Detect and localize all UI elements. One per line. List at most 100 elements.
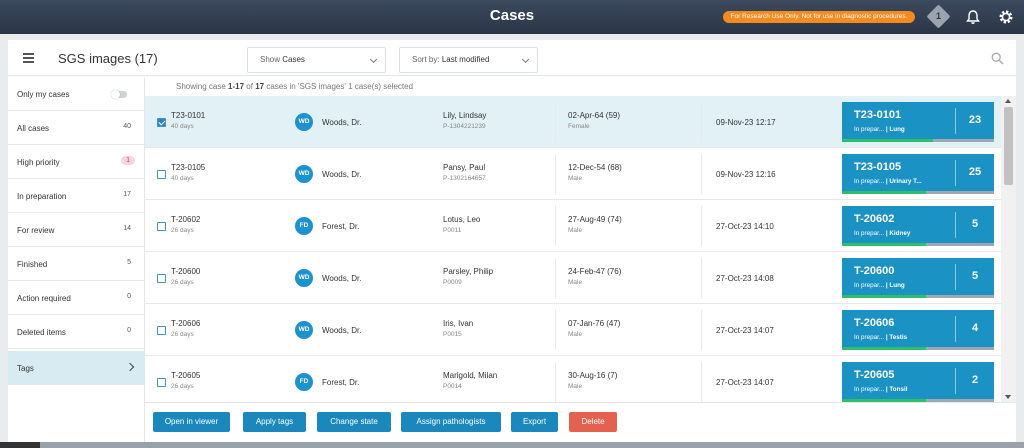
avatar: FD: [295, 217, 313, 235]
notification-count: 1: [935, 10, 942, 21]
row-checkbox[interactable]: [157, 326, 166, 335]
sidebar-item-for-review[interactable]: For review 14: [8, 213, 145, 247]
row-checkbox[interactable]: [157, 170, 166, 179]
sidebar: Only my cases All cases 40 High priority…: [8, 77, 145, 442]
avatar: FD: [295, 373, 313, 391]
sidebar-item-tags[interactable]: Tags: [8, 351, 145, 385]
scroll-down-icon[interactable]: [1005, 395, 1011, 399]
patient-name: Marigold, Milan: [443, 371, 498, 380]
case-tile[interactable]: T23-0105 In prepar... | Urinary T... 25: [842, 154, 994, 194]
patient-name: Lotus, Leo: [443, 215, 481, 224]
patient-dob: 30-Aug-16 (7): [568, 371, 618, 380]
assign-pathologists-button[interactable]: Assign pathologists: [401, 412, 501, 432]
slide-count: 5: [971, 218, 979, 230]
table-row[interactable]: T-20606 26 days WD Woods, Dr. Iris, Ivan…: [145, 304, 1001, 356]
case-tile[interactable]: T23-0101 In prepar... | Lung 23: [842, 102, 994, 142]
patient-id: P0011: [443, 227, 462, 234]
sidebar-item-count: 40: [123, 123, 131, 130]
avatar: WD: [295, 113, 313, 131]
export-button[interactable]: Export: [511, 412, 558, 432]
sidebar-item-label: Deleted items: [17, 328, 66, 337]
progress-bar: [842, 243, 994, 246]
patient-name: Iris, Ivan: [443, 319, 474, 328]
delete-button[interactable]: Delete: [569, 412, 617, 432]
modified-date: 27-Oct-23 14:07: [716, 326, 774, 335]
slide-count: 5: [971, 270, 979, 282]
patient-id: P-1302164657: [443, 175, 486, 182]
avatar: WD: [295, 165, 313, 183]
case-tile[interactable]: T-20606 In prepar... | Testis 4: [842, 310, 994, 350]
chevron-down-icon: [521, 55, 530, 64]
row-checkbox[interactable]: [157, 274, 166, 283]
sidebar-item-deleted-items[interactable]: Deleted items 0: [8, 315, 145, 349]
sidebar-item-label: All cases: [17, 124, 50, 133]
case-tile-status: In prepar... | Kidney: [854, 230, 911, 237]
research-use-banner: For Research Use Only. Not for use in di…: [723, 11, 915, 23]
sidebar-item-in-preparation[interactable]: In preparation 17: [8, 179, 145, 213]
action-bar: Open in viewer Apply tags Change state A…: [145, 402, 1016, 442]
row-checkbox[interactable]: [157, 378, 166, 387]
case-age: 26 days: [171, 331, 194, 338]
table-row[interactable]: T23-0105 40 days WD Woods, Dr. Pansy, Pa…: [145, 148, 1001, 200]
pathologist-name: Forest, Dr.: [322, 378, 360, 387]
gear-icon[interactable]: [998, 9, 1014, 25]
top-bar: Cases For Research Use Only. Not for use…: [0, 0, 1024, 34]
sidebar-item-count: 0: [127, 293, 131, 300]
progress-bar: [842, 347, 994, 350]
case-tile-id: T-20600: [854, 265, 895, 277]
only-my-cases-toggle[interactable]: [111, 90, 127, 99]
sort-dropdown[interactable]: Sort by: Last modified: [399, 47, 538, 73]
scroll-up-icon[interactable]: [1005, 99, 1011, 103]
sidebar-item-count: 17: [123, 191, 131, 198]
sidebar-item-count: 5: [127, 259, 131, 266]
progress-bar: [842, 191, 994, 194]
table-row[interactable]: T-20600 26 days WD Woods, Dr. Parsley, P…: [145, 252, 1001, 304]
sidebar-item-action-required[interactable]: Action required 0: [8, 281, 145, 315]
show-dropdown[interactable]: Show Cases: [247, 47, 386, 73]
sort-dropdown-prefix: Sort by:: [412, 55, 440, 64]
case-tile-id: T-20606: [854, 317, 895, 329]
case-age: 40 days: [171, 175, 194, 182]
pathologist-name: Woods, Dr.: [322, 326, 362, 335]
scrollbar-thumb[interactable]: [1004, 107, 1013, 185]
case-tile[interactable]: T-20605 In prepar... | Tonsil 2: [842, 362, 994, 402]
pathologist-name: Forest, Dr.: [322, 222, 360, 231]
table-row[interactable]: T-20605 26 days FD Forest, Dr. Marigold,…: [145, 356, 1001, 402]
sidebar-item-count: 1: [121, 156, 135, 165]
sidebar-item-finished[interactable]: Finished 5: [8, 247, 145, 281]
pathologist-name: Woods, Dr.: [322, 170, 362, 179]
menu-icon[interactable]: [23, 53, 34, 63]
case-tile-status: In prepar... | Urinary T...: [854, 178, 922, 185]
case-tile-status: In prepar... | Tonsil: [854, 386, 908, 393]
apply-tags-button[interactable]: Apply tags: [243, 412, 306, 432]
sidebar-item-all-cases[interactable]: All cases 40: [8, 111, 145, 145]
case-tile[interactable]: T-20600 In prepar... | Lung 5: [842, 258, 994, 298]
taskbar-strip: [0, 442, 1024, 448]
page-title: SGS images (17): [58, 51, 158, 66]
modified-date: 09-Nov-23 12:16: [716, 170, 776, 179]
patient-name: Lily, Lindsay: [443, 111, 487, 120]
scrollbar[interactable]: [1001, 96, 1016, 402]
open-in-viewer-button[interactable]: Open in viewer: [153, 412, 230, 432]
case-id: T-20602: [171, 215, 201, 224]
patient-dob: 12-Dec-54 (68): [568, 163, 622, 172]
case-id: T-20605: [171, 371, 201, 380]
show-dropdown-prefix: Show: [260, 55, 281, 64]
case-tile[interactable]: T-20602 In prepar... | Kidney 5: [842, 206, 994, 246]
search-icon[interactable]: [991, 52, 1004, 65]
row-checkbox[interactable]: [157, 118, 166, 127]
table-row[interactable]: T23-0101 40 days WD Woods, Dr. Lily, Lin…: [145, 96, 1001, 148]
sidebar-item-label: High priority: [17, 158, 60, 167]
sidebar-item-only-my-cases[interactable]: Only my cases: [8, 77, 145, 111]
case-tile-id: T23-0105: [854, 161, 902, 173]
change-state-button[interactable]: Change state: [317, 412, 391, 432]
slide-count: 4: [971, 322, 979, 334]
table-row[interactable]: T-20602 26 days FD Forest, Dr. Lotus, Le…: [145, 200, 1001, 252]
sidebar-item-label: Tags: [17, 364, 34, 373]
case-age: 26 days: [171, 279, 194, 286]
patient-sex: Male: [568, 227, 583, 234]
row-checkbox[interactable]: [157, 222, 166, 231]
sidebar-item-high-priority[interactable]: High priority 1: [8, 145, 145, 179]
show-dropdown-value: Cases: [282, 55, 305, 64]
bell-icon[interactable]: [965, 9, 981, 25]
